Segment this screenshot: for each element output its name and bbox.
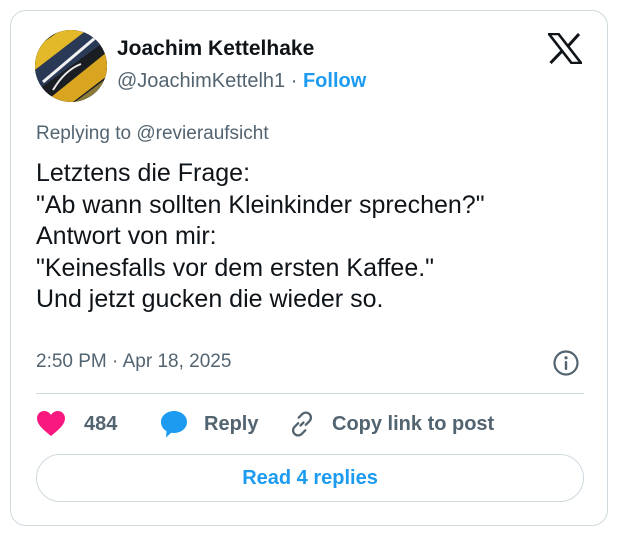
info-icon[interactable] xyxy=(552,349,580,377)
tweet-text-line: "Keinesfalls vor dem ersten Kaffee." xyxy=(36,253,435,282)
separator-dot: · xyxy=(290,70,298,92)
like-button[interactable]: 484 xyxy=(36,408,117,440)
copy-link-button[interactable]: Copy link to post xyxy=(288,408,494,440)
action-bar: 484 Reply Copy link to post xyxy=(36,408,584,440)
reply-context-prefix: Replying to xyxy=(36,123,132,144)
copy-link-label: Copy link to post xyxy=(332,412,495,435)
tweet-timestamp[interactable]: 2:50 PM · Apr 18, 2025 xyxy=(36,351,231,373)
tweet-text-line: Und jetzt gucken die wieder so. xyxy=(36,285,384,313)
read-replies-button[interactable]: Read 4 replies xyxy=(36,454,584,502)
author-name[interactable]: Joachim Kettelhake xyxy=(117,37,314,61)
heart-icon xyxy=(37,411,65,436)
author-handle[interactable]: @JoachimKettelh1 xyxy=(117,70,285,92)
like-count: 484 xyxy=(84,412,118,435)
tweet-text-line: Antwort von mir: xyxy=(36,222,217,250)
divider xyxy=(36,393,584,394)
avatar[interactable] xyxy=(35,30,107,102)
tweet-text-line: "Ab wann sollten Kleinkinder sprechen?" xyxy=(36,190,485,219)
link-icon xyxy=(291,411,313,437)
tweet-text-line: Letztens die Frage: xyxy=(36,159,251,187)
reply-context-mention[interactable]: @revieraufsicht xyxy=(136,123,268,144)
reply-context: Replying to @revieraufsicht xyxy=(36,123,269,145)
reply-button[interactable]: Reply xyxy=(160,408,258,440)
reply-label: Reply xyxy=(204,412,259,435)
follow-button[interactable]: Follow xyxy=(303,70,366,92)
tweet-text: Letztens die Frage: "Ab wann sollten Kle… xyxy=(36,158,586,316)
x-logo-icon[interactable] xyxy=(546,32,584,65)
speech-bubble-icon xyxy=(161,411,187,438)
author-handle-row: @JoachimKettelh1 · Follow xyxy=(117,70,366,93)
